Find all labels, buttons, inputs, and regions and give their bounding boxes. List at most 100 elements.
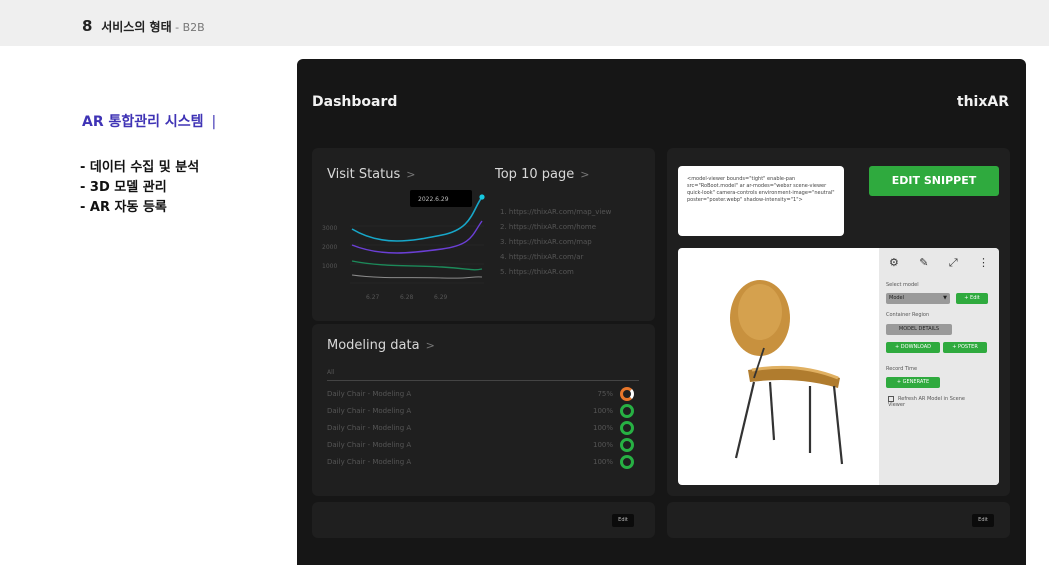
divider [327, 380, 639, 381]
model-progress-value: 100% [592, 458, 613, 466]
progress-ring-icon [620, 421, 634, 435]
visit-status-link[interactable]: Visit Status > [327, 167, 415, 182]
visit-chart: 3000 2000 1000 2022.6.29 6.27 6.28 6.29 [322, 190, 485, 301]
model-viewer[interactable]: ⚙ ✎ ⤢ ⋮ Select model Model ▼ + Edit Cont… [678, 248, 999, 485]
add-model-button[interactable]: + Edit [956, 293, 988, 304]
chair-leg [734, 381, 756, 459]
dashboard-window: Dashboard thixAR Visit Status > Top 10 pa… [297, 59, 1026, 565]
edit-tool-icon[interactable]: ✎ [919, 256, 928, 270]
chair-leg [768, 381, 776, 441]
modeling-data-label: Modeling data [327, 338, 420, 353]
system-title-text: AR 통합관리 시스템 [82, 114, 204, 130]
model-settings-icon[interactable]: ⚙ [889, 256, 899, 270]
y-tick: 2000 [322, 244, 337, 251]
feature-list: - 데이터 수집 및 분석 - 3D 모델 관리 - AR 자동 등록 [80, 158, 199, 218]
chart-tooltip-text: 2022.6.29 [418, 196, 449, 203]
edit-button[interactable]: Edit [612, 514, 634, 527]
modeling-filter[interactable]: All [327, 369, 639, 376]
list-item[interactable]: Daily Chair - Modeling A 100% [327, 454, 639, 471]
bottom-left-panel: Edit [312, 502, 655, 538]
page-title: 8 서비스의 형태 - B2B [82, 17, 205, 35]
download-button[interactable]: + DOWNLOAD [886, 342, 940, 353]
top-pages-label: Top 10 page [495, 167, 575, 182]
progress-ring-icon [620, 455, 634, 469]
chair-model-image [730, 280, 844, 465]
model-progress-value: 100% [592, 441, 613, 449]
chevron-right-icon: > [425, 339, 435, 352]
feature-item: - AR 자동 등록 [80, 200, 167, 215]
list-item[interactable]: Daily Chair - Modeling A 75% [327, 386, 639, 403]
progress-ring-icon [620, 404, 634, 418]
feature-item: - 3D 모델 관리 [80, 180, 167, 195]
model-name: Daily Chair - Modeling A [327, 424, 412, 432]
edit-snippet-button[interactable]: EDIT SNIPPET [869, 166, 999, 196]
chair-seat [748, 367, 840, 388]
section-title: 서비스의 형태 [101, 20, 172, 34]
checkbox-label: Refresh AR Model in Scene Viewer [888, 396, 965, 408]
chevron-right-icon: > [580, 168, 590, 181]
top-pages-link[interactable]: Top 10 page > [495, 167, 589, 182]
chart-highlight-point[interactable] [479, 194, 485, 200]
model-progress-value: 100% [592, 424, 613, 432]
visit-status-label: Visit Status [327, 167, 401, 182]
viewer-panel: <model-viewer bounds="tight" enable-pan … [667, 148, 1010, 496]
model-progress-value: 75% [597, 390, 613, 398]
model-name: Daily Chair - Modeling A [327, 390, 412, 398]
model-name: Daily Chair - Modeling A [327, 458, 412, 466]
section-separator: - [171, 21, 183, 34]
expand-icon[interactable]: ⤢ [949, 256, 958, 270]
chair-leg [832, 385, 844, 465]
list-item[interactable]: Daily Chair - Modeling A 100% [327, 437, 639, 454]
modeling-list: Daily Chair - Modeling A 75% Daily Chair… [327, 386, 639, 471]
dashboard-title: Dashboard [312, 94, 398, 110]
header-strip: 8 서비스의 형태 - B2B [0, 0, 1049, 46]
top-page-link[interactable]: 2. https://thixAR.com/home [500, 220, 611, 235]
model-select[interactable]: Model ▼ [886, 293, 950, 304]
title-bar: | [211, 114, 217, 130]
list-item[interactable]: Daily Chair - Modeling A 100% [327, 403, 639, 420]
progress-ring-icon [620, 387, 634, 401]
top-page-link[interactable]: 1. https://thixAR.com/map_view [500, 205, 611, 220]
code-snippet: <model-viewer bounds="tight" enable-pan … [678, 166, 844, 236]
brand-logo: thixAR [956, 94, 1009, 110]
section-subtitle: B2B [182, 21, 205, 34]
visit-line-series-d [351, 274, 483, 279]
y-tick: 1000 [322, 263, 337, 270]
progress-ring-icon [620, 438, 634, 452]
section-number: 8 [82, 17, 93, 35]
chair-backrest-highlight [738, 284, 782, 340]
select-model-label: Select model [886, 282, 919, 288]
list-item[interactable]: Daily Chair - Modeling A 100% [327, 420, 639, 437]
record-time-label: Record Time [886, 366, 918, 372]
model-name: Daily Chair - Modeling A [327, 407, 412, 415]
feature-item: - 데이터 수집 및 분석 [80, 160, 200, 175]
top-page-link[interactable]: 4. https://thixAR.com/ar [500, 250, 611, 265]
chevron-down-icon: ▼ [943, 295, 947, 301]
container-region-label: Container Region [886, 312, 930, 318]
model-select-value: Model [889, 295, 905, 301]
visit-line-series-c [351, 260, 483, 271]
bottom-right-panel: Edit [667, 502, 1010, 538]
x-tick: 6.28 [400, 294, 414, 301]
model-name: Daily Chair - Modeling A [327, 441, 412, 449]
edit-button[interactable]: Edit [972, 514, 994, 527]
x-tick: 6.27 [366, 294, 380, 301]
modeling-data-link[interactable]: Modeling data > [327, 338, 435, 353]
refresh-scene-checkbox[interactable]: Refresh AR Model in Scene Viewer [888, 396, 978, 408]
top-page-link[interactable]: 5. https://thixAR.com [500, 265, 611, 280]
top-page-link[interactable]: 3. https://thixAR.com/map [500, 235, 611, 250]
y-tick: 3000 [322, 225, 337, 232]
modeling-panel: Modeling data > All Daily Chair - Modelin… [312, 324, 655, 496]
chevron-right-icon: > [406, 168, 416, 181]
viewer-settings-panel: ⚙ ✎ ⤢ ⋮ Select model Model ▼ + Edit Cont… [879, 248, 999, 485]
model-details-button[interactable]: MODEL DETAILS [886, 324, 952, 335]
x-tick: 6.29 [434, 294, 448, 301]
top-pages-list: 1. https://thixAR.com/map_view 2. https:… [500, 205, 611, 280]
poster-button[interactable]: + POSTER [943, 342, 987, 353]
model-progress-value: 100% [592, 407, 613, 415]
stats-panel: Visit Status > Top 10 page > 3000 2000 100… [312, 148, 655, 321]
more-options-icon[interactable]: ⋮ [978, 256, 989, 270]
system-title: AR 통합관리 시스템 | [82, 111, 216, 131]
viewer-toolbar: ⚙ ✎ ⤢ ⋮ [889, 256, 989, 270]
generate-button[interactable]: + GENERATE [886, 377, 940, 388]
